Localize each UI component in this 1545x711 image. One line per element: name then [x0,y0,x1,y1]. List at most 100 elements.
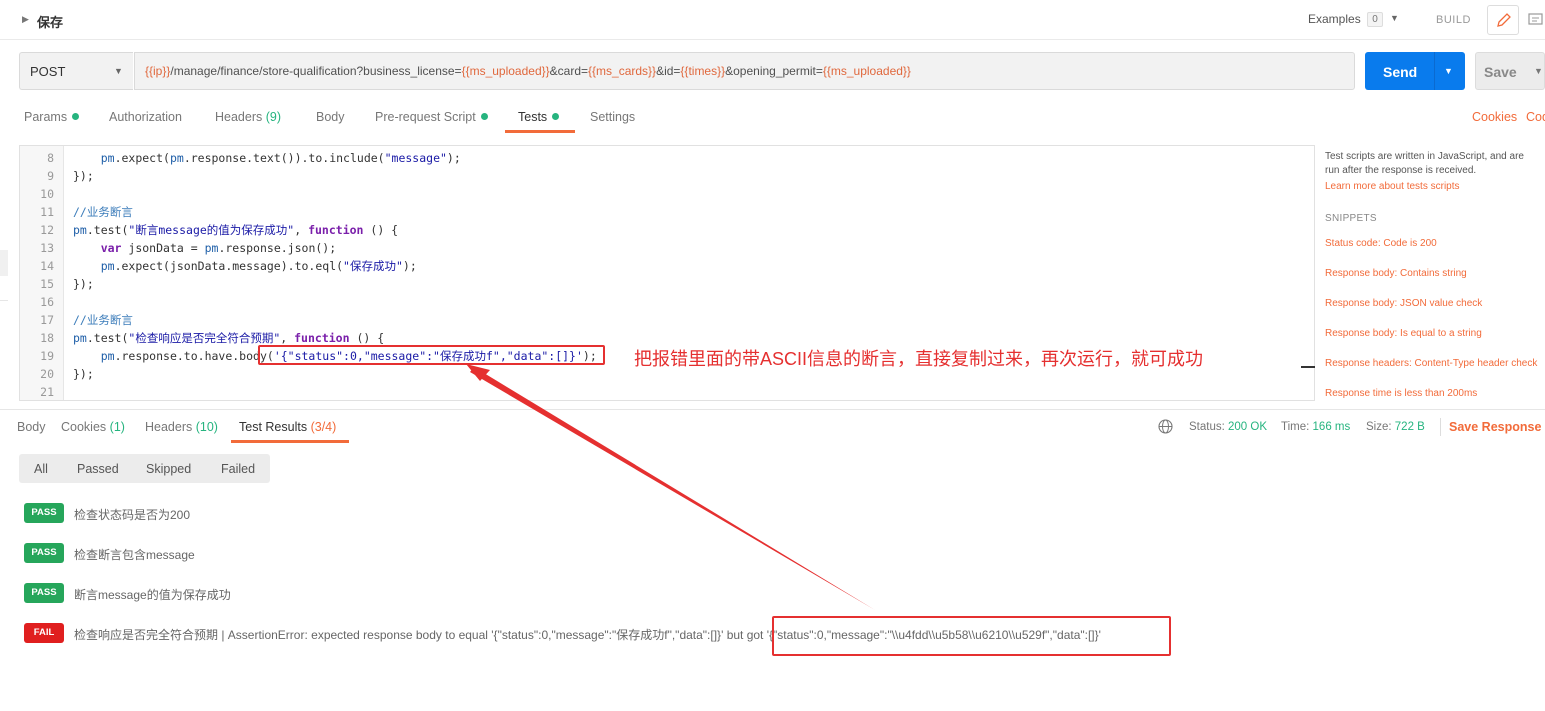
build-mode-label[interactable]: BUILD [1436,14,1471,26]
snippet-link[interactable]: Response body: JSON value check [1325,298,1482,309]
code-line[interactable]: 11 //业务断言 [20,203,1314,221]
annotation-cursor-mark [1301,366,1315,368]
code-text[interactable]: //业务断言 [73,203,133,221]
url-variable: {{ms_uploaded}} [822,64,911,78]
response-status: Status: 200 OK [1189,421,1268,433]
test-result-text: 检查状态码是否为200 [74,508,191,522]
url-segment: &opening_permit= [725,64,823,78]
filter-passed[interactable]: Passed [77,462,119,476]
line-number: 14 [40,259,54,273]
active-tab-indicator [505,130,575,133]
line-number: 18 [40,331,54,345]
method-value: POST [30,64,66,79]
chevron-down-icon[interactable]: ▼ [114,66,123,76]
code-text[interactable]: pm.expect(jsonData.message).to.eql("保存成功… [73,257,417,275]
line-number: 15 [40,277,54,291]
snippet-link[interactable]: Response time is less than 200ms [1325,388,1477,399]
response-time: Time: 166 ms [1281,421,1351,433]
line-number: 9 [47,169,54,183]
code-line[interactable]: 15}); [20,275,1314,293]
examples-dropdown[interactable]: Examples [1308,12,1361,26]
pass-badge: PASS [24,503,64,523]
save-response-button[interactable]: Save Response ▼ [1449,420,1545,434]
line-number: 17 [40,313,54,327]
filter-all[interactable]: All [34,462,48,476]
url-segment: &card= [549,64,589,78]
tests-description: Test scripts are written in JavaScript, … [1325,151,1524,176]
request-title[interactable]: 保存 [37,12,63,31]
pencil-icon [1497,13,1511,27]
code-text[interactable]: var jsonData = pm.response.json(); [73,239,336,257]
learn-more-link[interactable]: Learn more about tests scripts [1325,181,1460,192]
response-divider [0,409,1545,410]
code-text[interactable]: pm.expect(pm.response.text()).to.include… [73,149,461,167]
cookies-link[interactable]: Cookies [1472,110,1517,124]
tab-prerequest-script[interactable]: Pre-request Script [375,110,488,124]
modified-dot-icon [480,113,488,120]
code-line[interactable]: 10 [20,185,1314,203]
save-button-label[interactable]: Save [1484,64,1517,80]
resp-tab-body[interactable]: Body [17,420,46,434]
collapse-caret-icon[interactable]: ▶ [22,14,29,25]
code-line[interactable]: 21 [20,383,1314,400]
modified-dot-icon [72,113,80,120]
chevron-down-icon[interactable]: ▼ [1390,13,1399,23]
snippet-link[interactable]: Response headers: Content-Type header ch… [1325,358,1537,369]
sidebar-edge-divider [0,300,8,301]
code-text[interactable]: //业务断言 [73,311,133,329]
response-size: Size: 722 B [1366,421,1425,433]
tab-headers[interactable]: Headers (9) [215,110,281,124]
resp-tab-test-results[interactable]: Test Results (3/4) [239,420,336,434]
resp-tab-cookies[interactable]: Cookies (1) [61,420,125,434]
code-line[interactable]: 16 [20,293,1314,311]
line-number: 16 [40,295,54,309]
code-text[interactable]: }); [73,365,94,383]
globe-icon[interactable] [1158,419,1173,434]
code-line[interactable]: 12 pm.test("断言message的值为保存成功", function (… [20,221,1314,239]
code-line[interactable]: 9}); [20,167,1314,185]
url-variable: {{ms_uploaded}} [461,64,550,78]
url-value[interactable]: {{ip}}/manage/finance/store-qualificatio… [145,64,911,78]
code-text[interactable]: }); [73,167,94,185]
tab-params[interactable]: Params [24,110,80,124]
send-options-chevron-icon[interactable]: ▼ [1444,66,1453,76]
pass-badge: PASS [24,543,64,563]
filter-failed[interactable]: Failed [221,462,255,476]
snippet-link[interactable]: Status code: Code is 200 [1325,238,1437,249]
send-button-label[interactable]: Send [1383,64,1417,80]
edit-pencil-button[interactable] [1487,5,1519,35]
modified-dot-icon [552,113,560,120]
code-line[interactable]: 14 pm.expect(jsonData.message).to.eql("保… [20,257,1314,275]
fail-badge: FAIL [24,623,64,643]
filter-skipped[interactable]: Skipped [146,462,191,476]
comment-icon [1528,13,1543,25]
send-divider [1434,52,1435,90]
code-text[interactable]: pm.test("断言message的值为保存成功", function () … [73,221,398,239]
url-variable: {{times}} [680,64,726,78]
line-number: 8 [47,151,54,165]
test-result-text: 检查断言包含message [74,548,195,562]
url-variable: {{ms_cards}} [588,64,657,78]
tab-authorization[interactable]: Authorization [109,110,182,124]
line-number: 20 [40,367,54,381]
code-line[interactable]: 13 var jsonData = pm.response.json(); [20,239,1314,257]
snippet-link[interactable]: Response body: Is equal to a string [1325,328,1482,339]
pass-badge: PASS [24,583,64,603]
annotation-note: 把报错里面的带ASCII信息的断言，直接复制过来，再次运行，就可成功 [634,349,1204,369]
code-line[interactable]: 8 pm.expect(pm.response.text()).to.inclu… [20,149,1314,167]
line-number: 12 [40,223,54,237]
save-options-chevron-icon[interactable]: ▼ [1534,66,1543,76]
line-number: 19 [40,349,54,363]
url-variable: {{ip}} [145,64,171,78]
snippet-link[interactable]: Response body: Contains string [1325,268,1467,279]
sidebar-edge-highlight [0,250,8,276]
code-text[interactable]: }); [73,275,94,293]
tab-body[interactable]: Body [316,110,345,124]
resp-tab-headers[interactable]: Headers (10) [145,420,218,434]
code-link[interactable]: Code [1526,110,1545,124]
tab-settings[interactable]: Settings [590,110,635,124]
tab-tests[interactable]: Tests [518,110,560,124]
save-response-divider [1440,418,1441,436]
code-line[interactable]: 17 //业务断言 [20,311,1314,329]
comments-button[interactable] [1523,7,1545,33]
